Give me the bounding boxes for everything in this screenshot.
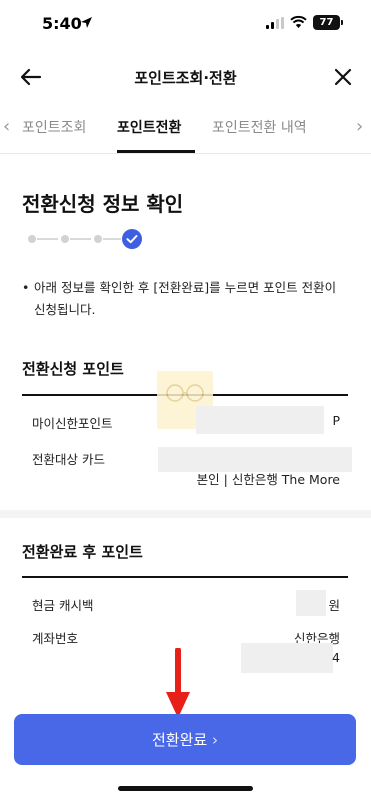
masked-cash-amount (296, 590, 326, 616)
target-card-label: 전환대상 카드 (32, 452, 105, 467)
account-number-label: 계좌번호 (32, 631, 79, 646)
tab-point-conversion[interactable]: 포인트전환 (117, 117, 181, 137)
status-time: 5:40 (42, 14, 82, 33)
cash-back-unit: 원 (328, 598, 340, 613)
section-rule (22, 576, 348, 578)
section-title-after-points: 전환완료 후 포인트 (22, 543, 143, 561)
section-title-apply-points: 전환신청 포인트 (22, 360, 124, 378)
masked-account-number (241, 643, 333, 673)
notice-bullet: • (22, 280, 30, 295)
notice-text: 아래 정보를 확인한 후 [전환완료]를 누르면 포인트 전환이 신청됩니다. (34, 280, 337, 317)
step-indicator (26, 228, 146, 250)
check-icon (126, 235, 138, 244)
step-current (122, 229, 142, 249)
status-bar: 5:40 77 (0, 0, 371, 46)
signal-icon (266, 17, 284, 29)
back-arrow-icon[interactable] (18, 64, 44, 90)
tab-scroll-right-icon[interactable]: › (356, 116, 363, 137)
masked-point-amount (196, 406, 324, 434)
tab-point-inquiry[interactable]: 포인트조회 (22, 117, 86, 137)
tab-conversion-history[interactable]: 포인트전환 내역 (212, 117, 307, 137)
home-indicator (118, 786, 253, 791)
account-number-suffix: 4 (332, 650, 340, 665)
header: 포인트조회·전환 (0, 56, 371, 98)
target-card-value: 본인 | 신한은행 The More (196, 472, 340, 487)
my-shinhan-point-label: 마이신한포인트 (32, 416, 113, 431)
page-header-title: 포인트조회·전환 (134, 69, 237, 87)
wifi-icon (290, 15, 307, 28)
step-connector (37, 238, 58, 240)
step-dot-3 (94, 235, 102, 243)
complete-conversion-text: 전환완료 (152, 731, 208, 749)
section-divider (0, 510, 371, 518)
battery-icon: 77 (313, 15, 340, 30)
tabs-divider (0, 153, 371, 154)
step-dot-2 (61, 235, 69, 243)
page-title: 전환신청 정보 확인 (22, 192, 184, 216)
step-dot-1 (28, 235, 36, 243)
complete-conversion-label: 전환완료 › (14, 729, 356, 750)
step-connector (103, 238, 121, 240)
notice: • 아래 정보를 확인한 후 [전환완료]를 누르면 포인트 전환이 신청됩니다… (22, 277, 348, 321)
cash-back-label: 현금 캐시백 (32, 598, 94, 613)
location-arrow-icon (81, 17, 92, 28)
annotation-arrow-icon (166, 648, 190, 718)
complete-conversion-button[interactable]: 전환완료 › (14, 714, 356, 765)
tab-scroll-left-icon[interactable]: ‹ (3, 116, 10, 137)
battery-tip (341, 20, 343, 25)
step-connector (70, 238, 91, 240)
chevron-right-icon: › (211, 731, 218, 749)
close-icon[interactable] (330, 64, 356, 90)
my-shinhan-point-unit: P (332, 413, 340, 428)
tab-bar: ‹ 포인트조회 포인트전환 포인트전환 내역 › (0, 110, 371, 154)
